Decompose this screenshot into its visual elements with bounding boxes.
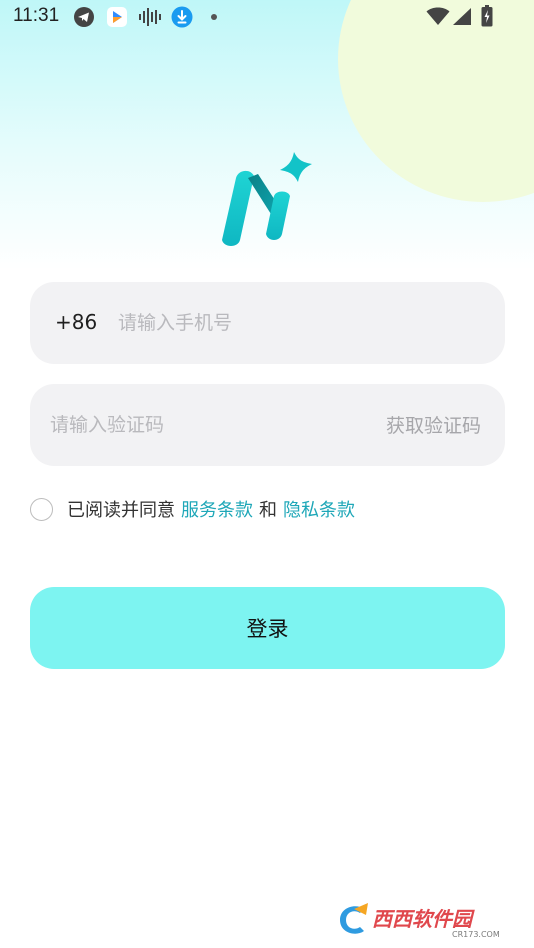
download-icon xyxy=(171,6,193,28)
verification-code-input[interactable] xyxy=(50,410,350,440)
battery-icon xyxy=(481,5,493,27)
watermark-url: CR173.COM xyxy=(452,930,500,939)
watermark-logo: 西西软件园 CR173.COM xyxy=(334,899,518,941)
get-code-button[interactable]: 获取验证码 xyxy=(386,411,481,438)
dot-icon xyxy=(211,14,217,20)
status-time: 11:31 xyxy=(13,5,60,26)
agreement-checkbox[interactable] xyxy=(30,497,53,521)
phone-input[interactable] xyxy=(118,308,478,338)
status-bar: 11:31 xyxy=(0,0,534,34)
signal-icon xyxy=(453,8,471,25)
agreement-prefix: 已阅读并同意 xyxy=(67,500,175,521)
telegram-icon xyxy=(74,7,94,27)
login-button[interactable]: 登录 xyxy=(30,587,505,669)
terms-link[interactable]: 服务条款 xyxy=(181,496,253,522)
country-code[interactable]: +86 xyxy=(55,310,97,334)
agreement-row: 已阅读并同意 服务条款 和 隐私条款 xyxy=(30,496,361,522)
app-icon xyxy=(107,7,127,27)
privacy-link[interactable]: 隐私条款 xyxy=(283,496,355,522)
login-screen: 11:31 +86 请输入手机号 请输入验证码 获取验证码 已阅读并同意 服务条… xyxy=(0,0,534,948)
wifi-icon xyxy=(426,7,450,25)
agreement-and: 和 xyxy=(259,500,277,521)
watermark-text: 西西软件园 xyxy=(372,907,475,931)
phone-field: +86 xyxy=(30,282,505,364)
audio-wave-icon xyxy=(139,8,161,26)
app-logo xyxy=(222,152,312,246)
code-field: 获取验证码 xyxy=(30,384,505,466)
